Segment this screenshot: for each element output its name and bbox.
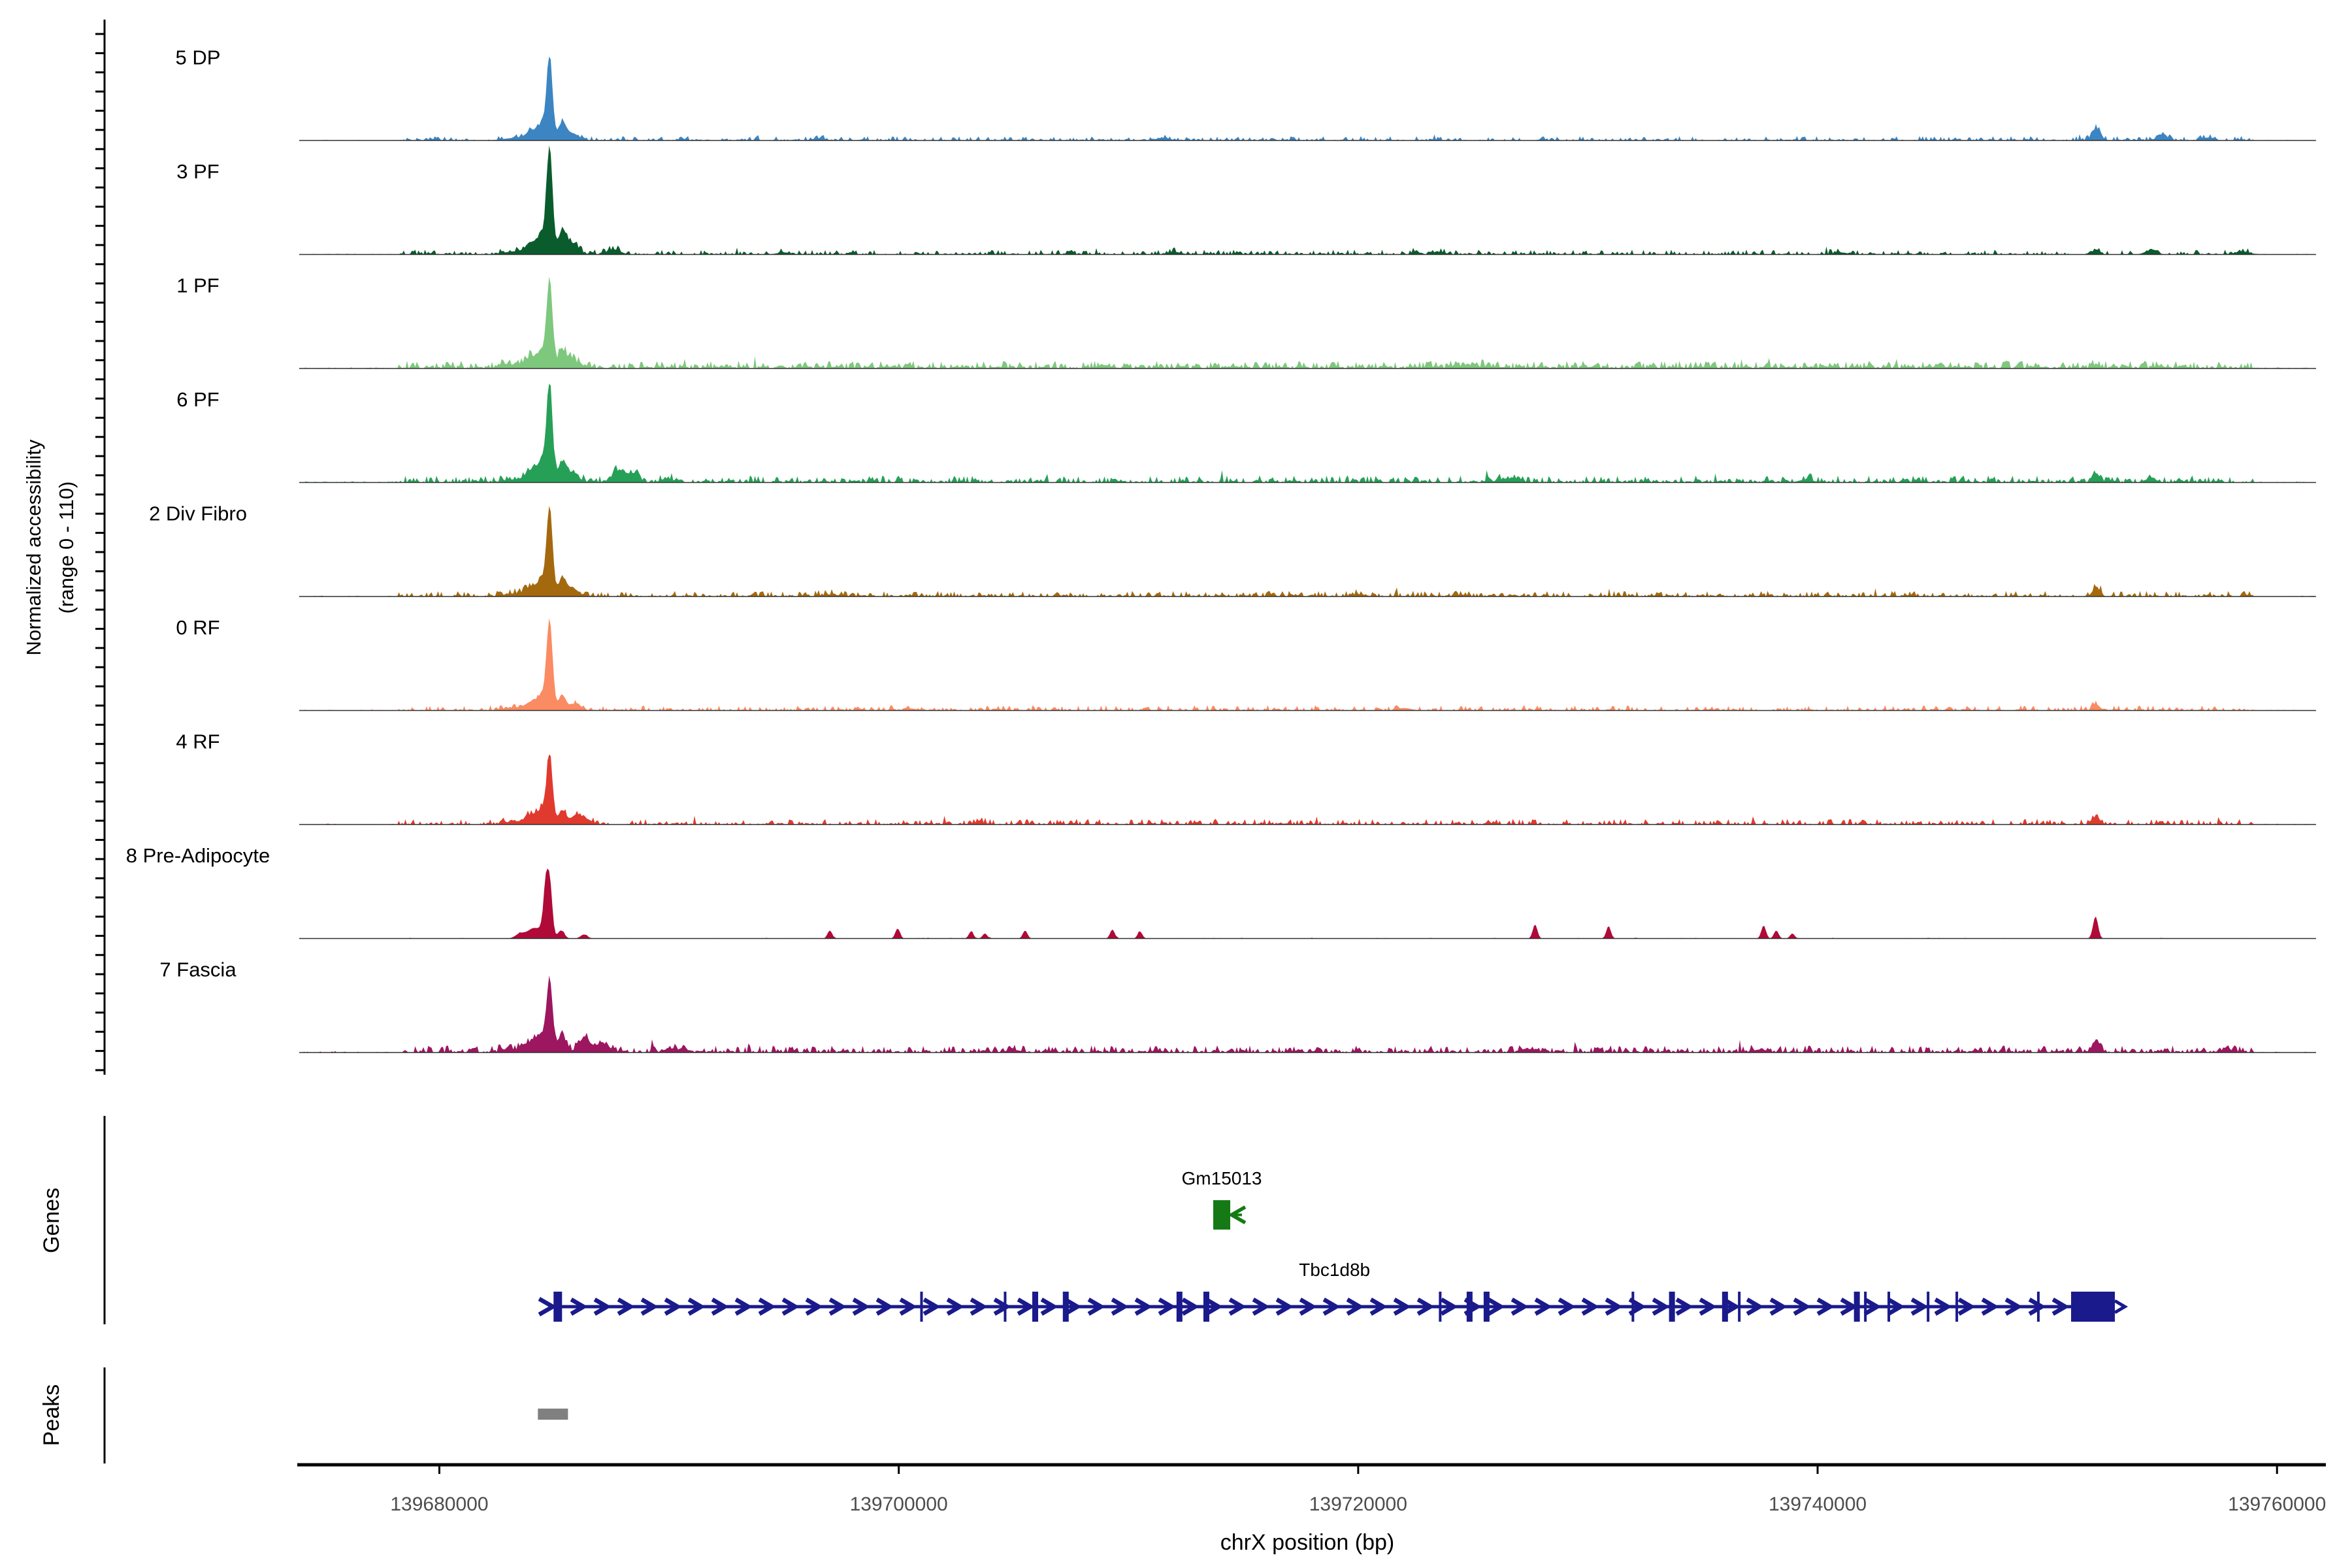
track-label: 4 RF: [176, 730, 220, 753]
track-label: 2 Div Fibro: [149, 502, 247, 525]
exon-thin: [2037, 1292, 2040, 1322]
track-label: 6 PF: [176, 388, 219, 411]
exon-thick: [1063, 1292, 1069, 1322]
x-axis-ticks: 139680000 139700000 139720000 139740000 1397…: [390, 1465, 2326, 1515]
exon-thin: [1631, 1292, 1634, 1322]
exon-thin: [920, 1292, 923, 1322]
x-axis-tick-label: 139760000: [2228, 1494, 2326, 1515]
exon-thick: [1669, 1292, 1675, 1322]
exon-thick: [1467, 1292, 1473, 1322]
signal-area: [299, 277, 2316, 369]
exon-thick: [1484, 1292, 1490, 1322]
y-axis-label-line1: Normalized accessibility: [22, 439, 45, 655]
exon-thick: [1854, 1292, 1860, 1322]
y-axis-label-line2: (range 0 - 110): [55, 482, 78, 614]
gene-name-label: Gm15013: [1182, 1168, 1262, 1188]
signal-area: [299, 56, 2316, 140]
accessibility-axis: Normalized accessibility (range 0 - 110): [22, 20, 105, 1075]
peaks-section-label: Peaks: [39, 1384, 64, 1446]
gene-start-exon: [553, 1292, 562, 1322]
gene-name-label: Tbc1d8b: [1299, 1260, 1370, 1280]
x-axis-title: chrX position (bp): [1220, 1530, 1394, 1555]
exon-thick: [1032, 1292, 1038, 1322]
exon-thick: [1177, 1292, 1183, 1322]
signal-area: [299, 506, 2316, 596]
gene-tbc1d8b: Tbc1d8b: [539, 1260, 2125, 1322]
exon-thin: [1887, 1292, 1890, 1322]
figure-svg: Normalized accessibility (range 0 - 110)…: [0, 0, 2352, 1568]
track-2-div-fibro: 2 Div Fibro: [149, 502, 2316, 597]
signal-area: [299, 868, 2316, 938]
track-7-fascia: 7 Fascia: [159, 958, 2316, 1053]
accessibility-axis-ticks: [95, 34, 105, 1070]
genes-track: Gm15013 Tbc1d8b: [539, 1168, 2125, 1322]
exon-thin: [1004, 1292, 1006, 1322]
track-3-pf: 3 PF: [176, 146, 2316, 255]
exon-thin: [1927, 1292, 1929, 1322]
track-8-pre-adipocyte: 8 Pre-Adipocyte: [126, 844, 2316, 939]
strand-arrow-icon: [2115, 1301, 2125, 1313]
track-label: 3 PF: [176, 160, 219, 183]
tracks-group: 5 DP 3 PF 1 PF 6 PF 2 Div Fibro 0 RF 4 RF 8 Pre…: [126, 46, 2316, 1053]
gene-body: [1213, 1200, 1230, 1230]
x-axis: 139680000 139700000 139720000 139740000 1397…: [297, 1465, 2326, 1555]
x-axis-tick-label: 139700000: [850, 1494, 948, 1515]
peaks-track: [538, 1409, 568, 1420]
signal-area: [299, 755, 2316, 825]
peaks-section: Peaks: [39, 1367, 568, 1463]
signal-area: [299, 618, 2316, 710]
track-6-pf: 6 PF: [176, 384, 2316, 483]
genes-section-label: Genes: [39, 1188, 64, 1253]
gene-terminal-exon: [2071, 1292, 2115, 1322]
strand-arrow-icon: [539, 1299, 553, 1315]
exon-thin: [1439, 1292, 1441, 1322]
exon-thick: [1722, 1292, 1728, 1322]
exon-thin: [1738, 1292, 1740, 1322]
genes-section: Genes Gm15013 Tbc1d8b: [39, 1116, 2125, 1324]
track-4-rf: 4 RF: [176, 730, 2316, 825]
gene-gm15013: Gm15013: [1182, 1168, 1262, 1230]
x-axis-tick-label: 139720000: [1309, 1494, 1407, 1515]
exon-thick: [1203, 1292, 1209, 1322]
exon-thin: [1864, 1292, 1867, 1322]
track-label: 7 Fascia: [159, 958, 237, 981]
x-axis-tick-label: 139740000: [1769, 1494, 1867, 1515]
signal-area: [299, 384, 2316, 483]
signal-area: [299, 975, 2316, 1053]
peak-region: [538, 1409, 568, 1420]
genome-browser-figure: Normalized accessibility (range 0 - 110)…: [0, 0, 2352, 1568]
track-label: 5 DP: [176, 46, 221, 69]
track-label: 8 Pre-Adipocyte: [126, 844, 270, 867]
signal-area: [299, 146, 2316, 255]
track-5-dp: 5 DP: [176, 46, 2316, 141]
x-axis-tick-label: 139680000: [390, 1494, 488, 1515]
exon-thin: [1955, 1292, 1958, 1322]
track-label: 0 RF: [176, 616, 220, 639]
track-1-pf: 1 PF: [176, 274, 2316, 369]
track-label: 1 PF: [176, 274, 219, 297]
track-0-rf: 0 RF: [176, 616, 2316, 711]
